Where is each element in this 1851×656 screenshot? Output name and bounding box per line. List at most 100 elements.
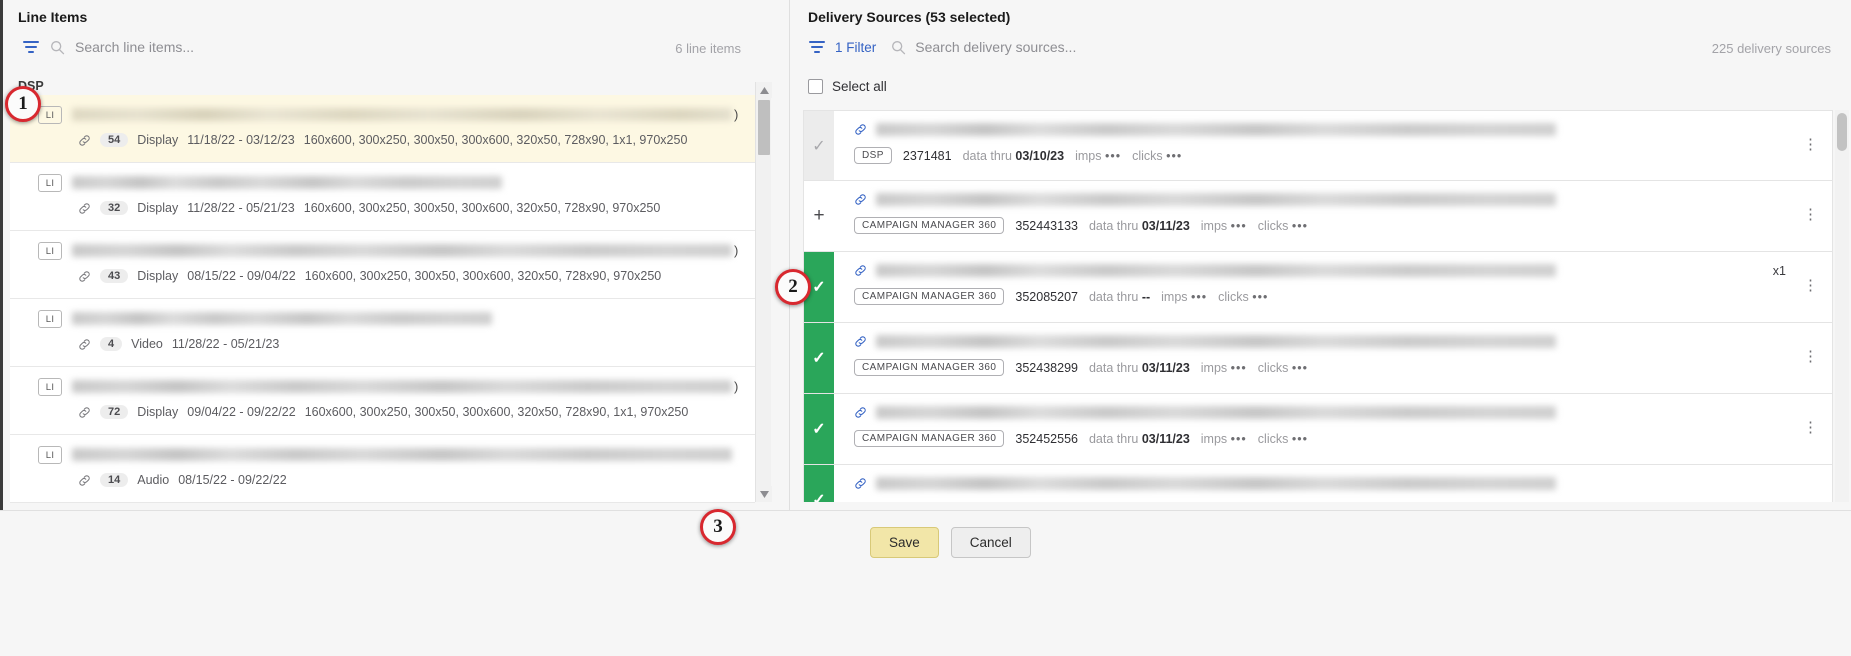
delivery-source-title <box>854 122 1832 137</box>
row-overflow-menu-icon[interactable]: ⋮ <box>1803 420 1818 435</box>
line-item-dates: 11/28/22 - 05/21/23 <box>187 201 295 215</box>
select-all-row[interactable]: Select all <box>808 79 887 94</box>
annotation-marker-1: 1 <box>5 86 41 122</box>
delivery-source-select-state[interactable]: ✓ <box>804 394 834 464</box>
link-count-pill: 54 <box>100 133 129 147</box>
scrollbar-thumb[interactable] <box>1837 113 1847 151</box>
row-overflow-menu-icon[interactable]: ⋮ <box>1803 207 1818 222</box>
line-item-title: ) <box>72 107 745 122</box>
link-icon <box>854 477 867 490</box>
delivery-source-select-state[interactable]: + <box>804 181 834 251</box>
row-overflow-menu-icon[interactable]: ⋮ <box>1803 137 1818 152</box>
link-icon <box>854 335 867 348</box>
delivery-source-select-state[interactable]: ✓ <box>804 323 834 393</box>
footer-bar: Save Cancel <box>0 510 1851 656</box>
delivery-source-clicks: clicks ••• <box>1257 218 1308 233</box>
select-all-label: Select all <box>832 79 887 94</box>
scrollbar-thumb[interactable] <box>758 100 770 155</box>
delivery-source-title <box>854 405 1832 420</box>
link-icon <box>78 406 91 419</box>
line-items-search-input[interactable]: Search line items... <box>75 39 194 55</box>
delivery-source-body <box>834 465 1832 502</box>
line-item-row[interactable]: LI) 43 Display 08/15/22 - 09/04/22 160x600, … <box>10 231 755 299</box>
delivery-source-data-thru: data thru 03/10/23 <box>962 148 1065 163</box>
delivery-source-row[interactable]: ✓ CAMPAIGN MANAGER 360 352452556 data thru … <box>803 394 1833 465</box>
line-item-row[interactable]: LI) 54 Display 11/18/22 - 03/12/23 160x600, … <box>10 95 755 163</box>
delivery-source-row[interactable]: + CAMPAIGN MANAGER 360 352443133 data thru … <box>803 181 1833 252</box>
line-items-panel: Line Items Search line items... 6 line i… <box>0 0 790 510</box>
delivery-source-type-tag: CAMPAIGN MANAGER 360 <box>854 359 1005 376</box>
delivery-sources-scrollbar[interactable] <box>1835 110 1849 502</box>
filter-icon[interactable] <box>808 38 826 56</box>
delivery-source-title <box>854 263 1832 278</box>
delivery-source-row[interactable]: ✓ DSP 2371481 data thru 03/10/23 imps ••• cli… <box>803 110 1833 181</box>
select-all-checkbox[interactable] <box>808 79 823 94</box>
line-item-row[interactable]: LI 32 Display 11/28/22 - 05/21/23 160x600, 3… <box>10 163 755 231</box>
row-overflow-menu-icon[interactable]: ⋮ <box>1803 278 1818 293</box>
delivery-source-id: 352443133 <box>1015 218 1078 233</box>
link-icon <box>78 134 91 147</box>
line-item-dates: 08/15/22 - 09/04/22 <box>187 269 296 283</box>
link-icon <box>854 406 867 419</box>
line-items-searchbar[interactable]: Search line items... <box>22 38 194 56</box>
footer-actions: Save Cancel <box>870 527 1031 558</box>
line-item-sizes: 160x600, 300x250, 300x50, 300x600, 320x5… <box>303 201 661 215</box>
delivery-source-type-tag: CAMPAIGN MANAGER 360 <box>854 217 1005 234</box>
line-item-sizes: 160x600, 300x250, 300x50, 300x600, 320x5… <box>304 269 662 283</box>
delivery-source-body: x1 CAMPAIGN MANAGER 360 352085207 data thru… <box>834 252 1832 322</box>
link-icon <box>78 270 91 283</box>
filter-count-link[interactable]: 1 Filter <box>835 40 876 55</box>
link-icon <box>78 474 91 487</box>
line-item-row[interactable]: LI 4 Video 11/28/22 - 05/21/23 <box>10 299 755 367</box>
delivery-sources-searchbar[interactable]: 1 Filter Search delivery sources... <box>808 38 1076 56</box>
delivery-source-select-state[interactable]: ✓ <box>804 465 834 502</box>
delivery-source-row[interactable]: ✓ x1 CAMPAIGN MANAGER 360 352085207 data thr… <box>803 252 1833 323</box>
line-items-title: Line Items <box>18 9 88 25</box>
delivery-sources-panel: Delivery Sources (53 selected) 1 Filter … <box>793 0 1851 510</box>
line-item-type: Display <box>137 405 179 419</box>
delivery-sources-title: Delivery Sources (53 selected) <box>808 9 1011 25</box>
row-overflow-menu-icon[interactable]: ⋮ <box>1803 349 1818 364</box>
line-item-meta: 32 Display 11/28/22 - 05/21/23 160x600, 300… <box>78 201 660 215</box>
line-item-title <box>72 448 745 462</box>
delivery-sources-search-input[interactable]: Search delivery sources... <box>915 39 1076 55</box>
delivery-source-select-state[interactable]: ✓ <box>804 111 834 180</box>
delivery-source-data-thru: data thru 03/11/23 <box>1088 218 1190 233</box>
line-item-title <box>72 312 745 326</box>
line-items-list[interactable]: LI) 54 Display 11/18/22 - 03/12/23 160x600, … <box>10 95 755 503</box>
delivery-source-type-tag: CAMPAIGN MANAGER 360 <box>854 430 1005 447</box>
delivery-source-body: CAMPAIGN MANAGER 360 352443133 data thru 0… <box>834 181 1832 251</box>
delivery-source-data-thru: data thru 03/11/23 <box>1088 431 1190 446</box>
search-icon <box>891 40 906 55</box>
line-item-dates: 09/04/22 - 09/22/22 <box>187 405 296 419</box>
line-items-scrollbar[interactable] <box>755 82 772 502</box>
delivery-source-imps: imps ••• <box>1075 148 1122 163</box>
line-item-row[interactable]: LI 14 Audio 08/15/22 - 09/22/22 <box>10 435 755 503</box>
cancel-button[interactable]: Cancel <box>950 527 1031 558</box>
delivery-source-clicks: clicks ••• <box>1257 431 1308 446</box>
line-item-meta: 72 Display 09/04/22 - 09/22/22 160x600, 300… <box>78 405 688 419</box>
delivery-source-imps: imps ••• <box>1200 431 1247 446</box>
scroll-down-icon[interactable] <box>756 486 772 502</box>
search-icon <box>50 40 65 55</box>
delivery-sources-list[interactable]: ✓ DSP 2371481 data thru 03/10/23 imps ••• cli… <box>803 110 1833 502</box>
scroll-up-icon[interactable] <box>756 82 772 98</box>
line-item-row[interactable]: LI) 72 Display 09/04/22 - 09/22/22 160x600, … <box>10 367 755 435</box>
delivery-source-row[interactable]: ✓ <box>803 465 1833 502</box>
filter-icon[interactable] <box>22 38 40 56</box>
line-items-count: 6 line items <box>675 41 741 56</box>
save-button[interactable]: Save <box>870 527 939 558</box>
delivery-source-meta: CAMPAIGN MANAGER 360 352085207 data thru -… <box>854 288 1268 305</box>
delivery-source-row[interactable]: ✓ CAMPAIGN MANAGER 360 352438299 data thru … <box>803 323 1833 394</box>
link-icon <box>854 123 867 136</box>
link-icon <box>78 338 91 351</box>
link-count-pill: 72 <box>100 405 129 419</box>
delivery-source-data-thru: data thru -- <box>1088 289 1151 304</box>
link-count-pill: 4 <box>100 337 123 351</box>
delivery-source-imps: imps ••• <box>1200 360 1247 375</box>
delivery-source-multiplier: x1 <box>1772 264 1786 278</box>
delivery-source-type-tag: CAMPAIGN MANAGER 360 <box>854 288 1005 305</box>
line-item-badge: LI <box>38 310 62 328</box>
delivery-source-body: DSP 2371481 data thru 03/10/23 imps ••• clic… <box>834 111 1832 180</box>
line-item-badge: LI <box>38 174 62 192</box>
